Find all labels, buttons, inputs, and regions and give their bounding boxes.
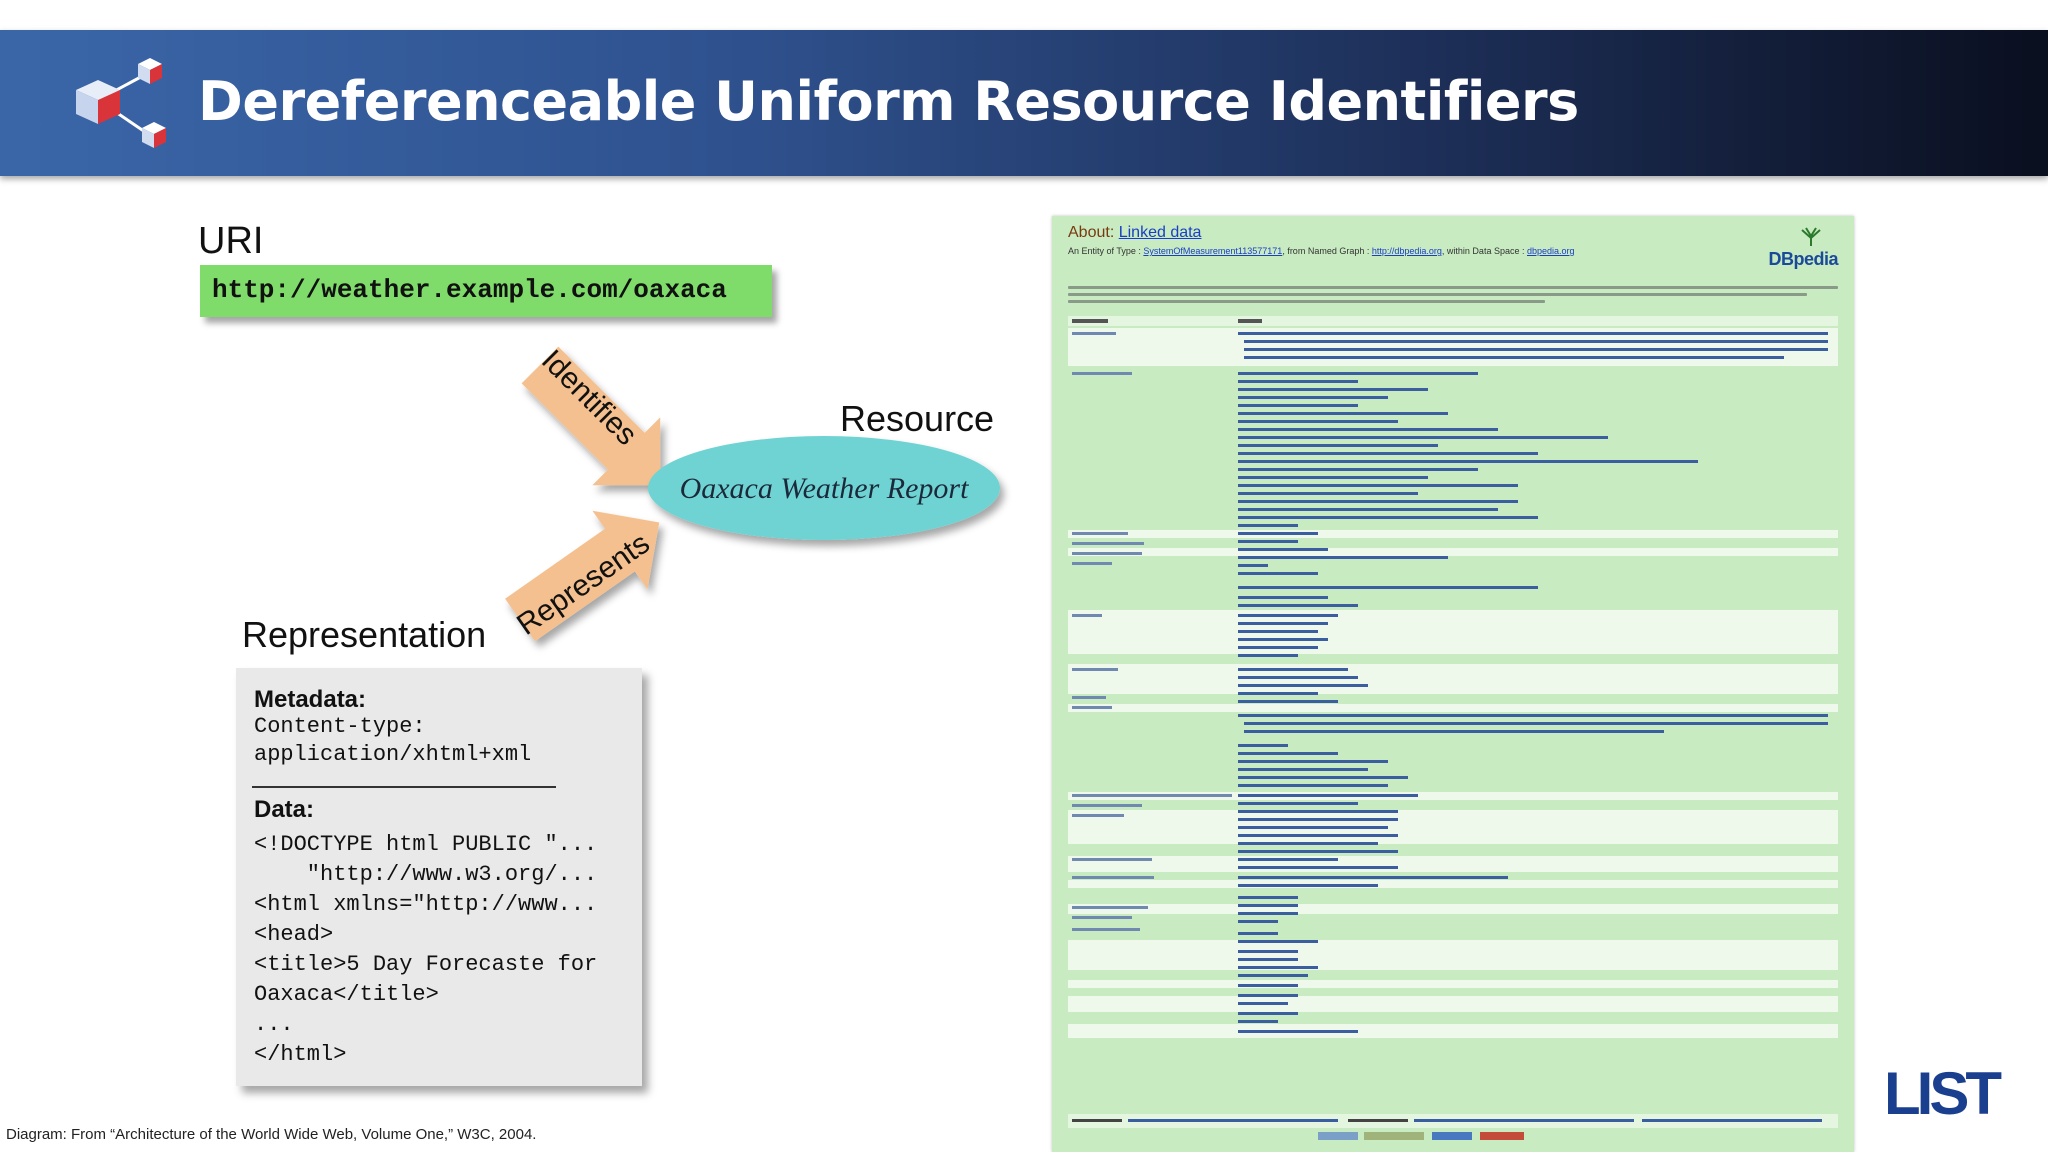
representation-box: Metadata: Content-type: application/xhtm…: [236, 668, 642, 1086]
data-line: ...: [254, 1012, 294, 1037]
dbpedia-page-screenshot: About: Linked data An Entity of Type : S…: [1052, 216, 1854, 1152]
uri-label: URI: [198, 220, 264, 262]
metadata-line: application/xhtml+xml: [254, 742, 532, 767]
representation-label: Representation: [242, 614, 487, 655]
data-line: <head>: [254, 922, 334, 947]
abstract-text-block: [1068, 286, 1838, 308]
resource-label: Resource: [840, 398, 995, 439]
named-graph-link[interactable]: http://dbpedia.org: [1372, 246, 1442, 256]
about-heading: About: Linked data: [1068, 224, 1201, 242]
dbpedia-logo: DBpedia: [1768, 226, 1838, 270]
page-footer: [1068, 1114, 1838, 1140]
data-heading: Data:: [254, 796, 315, 823]
data-line: <html xmlns="http://www...: [254, 892, 598, 917]
data-line: </html>: [254, 1042, 347, 1067]
dbpedia-logo-text: DBpedia: [1768, 249, 1838, 269]
dbpedia-leaf-icon: [1801, 227, 1821, 246]
entity-line: An Entity of Type : SystemOfMeasurement1…: [1068, 246, 1575, 256]
data-line: <title>5 Day Forecaste for: [254, 952, 598, 977]
data-line: <!DOCTYPE html PUBLIC "...: [254, 832, 598, 857]
data-space-link[interactable]: dbpedia.org: [1527, 246, 1575, 256]
entity-text: , from Named Graph :: [1282, 246, 1370, 256]
about-link[interactable]: Linked data: [1119, 224, 1202, 241]
resource-name: Oaxaca Weather Report: [680, 472, 969, 505]
entity-text: An Entity of Type :: [1068, 246, 1141, 256]
list-logo-text: LIST: [1884, 1062, 2001, 1120]
about-prefix: About:: [1068, 224, 1115, 241]
metadata-line: Content-type:: [254, 714, 426, 739]
divider: [252, 786, 556, 788]
metadata-heading: Metadata:: [254, 686, 367, 713]
entity-type-link[interactable]: SystemOfMeasurement113577171: [1143, 246, 1282, 256]
entity-text: , within Data Space :: [1441, 246, 1525, 256]
uri-value: http://weather.example.com/oaxaca: [212, 275, 727, 305]
image-caption: Diagram: From “Architecture of the World…: [6, 1126, 537, 1143]
data-line: Oaxaca</title>: [254, 982, 439, 1007]
uri-box: http://weather.example.com/oaxaca: [200, 265, 772, 317]
list-logo: LIST: [1884, 1062, 2005, 1120]
property-value-table: [1068, 316, 1838, 1038]
data-line: "http://www.w3.org/...: [254, 862, 598, 887]
